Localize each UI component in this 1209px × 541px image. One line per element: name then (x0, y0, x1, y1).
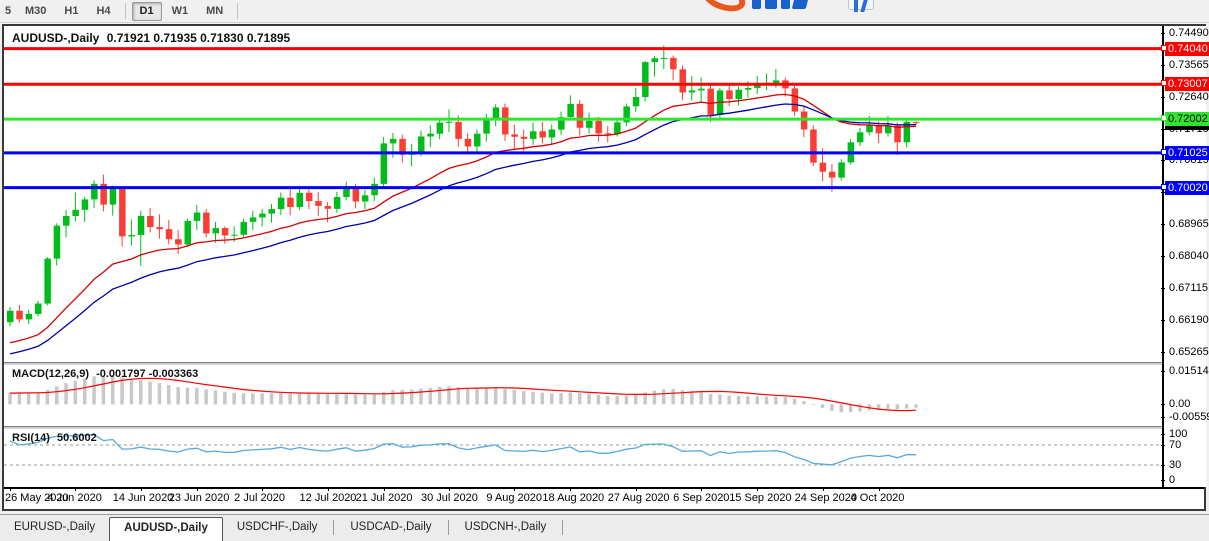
axis-tick-mark (1161, 445, 1165, 446)
axis-tick-mark (1161, 371, 1165, 372)
timeframe-button-w1[interactable]: W1 (164, 2, 197, 21)
axis-tick-label: 0.74490 (1169, 27, 1209, 39)
rsi-pane-canvas[interactable] (4, 429, 1162, 486)
toolbar-separator (125, 3, 126, 19)
macd-values: -0.001797 -0.003363 (96, 368, 198, 380)
date-scale[interactable]: 26 May 20204 Jun 202014 Jun 202023 Jun 2… (4, 489, 1162, 509)
axis-tick-mark (1161, 480, 1165, 481)
axis-tick-label: 70 (1169, 439, 1181, 451)
logo-glyph (781, 0, 790, 9)
symbol-tab-usdchf[interactable]: USDCHF-,Daily (223, 517, 332, 539)
axis-tick-mark (1161, 352, 1165, 353)
timeframe-toolbar: 5M30H1H4 D1W1MN (0, 0, 1209, 23)
price-line-badge[interactable]: 0.72002 (1165, 112, 1209, 126)
tab-separator (333, 520, 334, 535)
price-line-badge[interactable]: 0.70020 (1165, 181, 1209, 195)
date-label: 2 Jul 2020 (234, 492, 285, 504)
timeframe-button-d1[interactable]: D1 (132, 2, 162, 21)
line-handle[interactable] (1161, 115, 1167, 121)
date-label: 6 Sep 2020 (673, 492, 729, 504)
price-pane-canvas[interactable] (4, 28, 1162, 362)
axis-tick-label: 0.00 (1169, 398, 1190, 410)
rsi-name: RSI(14) (12, 432, 50, 444)
axis-tick-mark (1161, 434, 1165, 435)
axis-tick-label: 0.72640 (1169, 91, 1209, 103)
date-axis-border (4, 487, 1204, 489)
tab-separator (448, 520, 449, 535)
timeframe-button-5[interactable]: 5 (1, 2, 15, 21)
axis-tick-mark (1161, 404, 1165, 405)
date-label: 4 Jun 2020 (47, 492, 101, 504)
logo-swoosh-icon (700, 0, 749, 12)
date-label: 27 Aug 2020 (608, 492, 670, 504)
axis-tick-mark (1161, 320, 1165, 321)
axis-tick-label: 30 (1169, 459, 1181, 471)
date-label: 12 Jul 2020 (300, 492, 357, 504)
line-handle[interactable] (1161, 149, 1167, 155)
date-label: 24 Sep 2020 (795, 492, 857, 504)
price-line-badge[interactable]: 0.74040 (1165, 42, 1209, 56)
line-handle[interactable] (1161, 80, 1167, 86)
axis-tick-mark (1161, 224, 1165, 225)
date-label: 21 Jul 2020 (356, 492, 413, 504)
symbol-tab-bar: EURUSD-,DailyAUDUSD-,DailyUSDCHF-,DailyU… (0, 514, 1209, 541)
date-label: 9 Aug 2020 (486, 492, 542, 504)
mt4-application: 5M30H1H4 D1W1MN AUDUSD-,Daily 0.71921 0.7… (0, 0, 1209, 541)
tab-separator (562, 520, 563, 535)
axis-tick-label: 0.67115 (1169, 282, 1208, 294)
broker-logo (700, 0, 900, 12)
axis-tick-label: 0.68965 (1169, 218, 1209, 230)
chart-ohlc-values: 0.71921 0.71935 0.71830 0.71895 (107, 31, 291, 45)
date-label: 18 Aug 2020 (542, 492, 604, 504)
toolbar-separator (237, 3, 238, 19)
date-label: 15 Sep 2020 (729, 492, 791, 504)
timeframe-button-h1[interactable]: H1 (56, 2, 86, 21)
rsi-value: 50.6002 (57, 432, 97, 444)
price-line-badge[interactable]: 0.71025 (1165, 146, 1209, 160)
line-handle[interactable] (1161, 45, 1167, 51)
logo-glyph (752, 0, 761, 9)
timeframe-button-h4[interactable]: H4 (88, 2, 118, 21)
line-handle[interactable] (1161, 184, 1167, 190)
symbol-tab-eurusd[interactable]: EURUSD-,Daily (0, 517, 109, 539)
symbol-tab-usdcad[interactable]: USDCAD-,Daily (336, 517, 445, 539)
axis-tick-label: -0.005595 (1169, 411, 1209, 423)
axis-tick-mark (1161, 256, 1165, 257)
date-label: 23 Jun 2020 (169, 492, 230, 504)
date-label: 14 Jun 2020 (113, 492, 174, 504)
timeframe-button-m30[interactable]: M30 (17, 2, 54, 21)
axis-tick-mark (1161, 288, 1165, 289)
logo-mark-icon (848, 0, 874, 10)
axis-tick-mark (1161, 417, 1165, 418)
logo-glyph (792, 0, 810, 9)
symbol-tab-audusd[interactable]: AUDUSD-,Daily (109, 517, 223, 541)
axis-tick-label: 0.73565 (1169, 59, 1209, 71)
axis-tick-mark (1161, 97, 1165, 98)
logo-glyph (765, 0, 777, 9)
pane-divider[interactable] (4, 426, 1204, 429)
price-scale[interactable]: 0.744900.735650.726400.717150.708150.698… (1164, 26, 1206, 487)
axis-tick-mark (1161, 465, 1165, 466)
axis-tick-label: 0.66190 (1169, 314, 1209, 326)
axis-tick-label: 0 (1169, 474, 1175, 486)
axis-tick-mark (1161, 33, 1165, 34)
axis-tick-mark (1161, 65, 1165, 66)
date-label: 4 Oct 2020 (851, 492, 905, 504)
axis-tick-label: 0.65265 (1169, 346, 1209, 358)
chart-symbol-label: AUDUSD-,Daily (12, 31, 99, 45)
timeframe-button-mn[interactable]: MN (198, 2, 231, 21)
price-line-badge[interactable]: 0.73007 (1165, 77, 1209, 91)
rsi-indicator-label: RSI(14) 50.6002 (12, 432, 101, 444)
date-label: 30 Jul 2020 (421, 492, 478, 504)
pane-divider[interactable] (4, 362, 1204, 365)
axis-tick-label: 0.015142 (1169, 365, 1209, 377)
macd-name: MACD(12,26,9) (12, 368, 89, 380)
macd-indicator-label: MACD(12,26,9) -0.001797 -0.003363 (12, 368, 202, 380)
axis-tick-label: 0.68040 (1169, 250, 1209, 262)
symbol-tab-usdcnh[interactable]: USDCNH-,Daily (451, 517, 561, 539)
chart-title: AUDUSD-,Daily 0.71921 0.71935 0.71830 0.… (12, 31, 294, 45)
